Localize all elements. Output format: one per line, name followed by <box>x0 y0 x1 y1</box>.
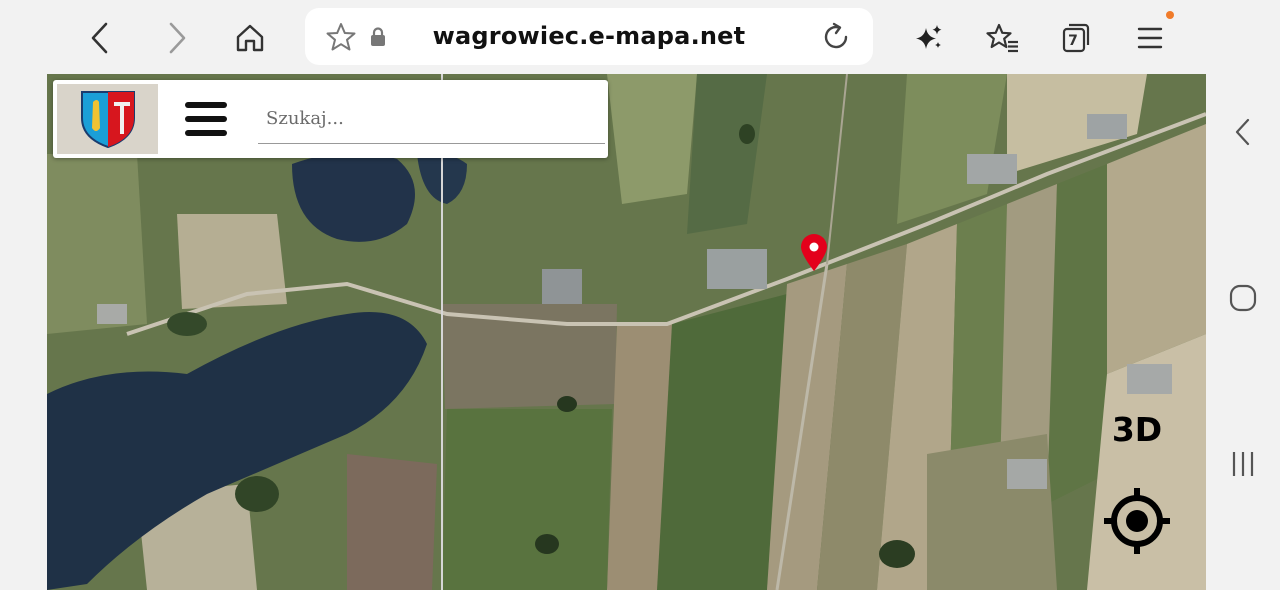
system-recents-button[interactable] <box>1220 441 1266 487</box>
address-bar[interactable]: wagrowiec.e-mapa.net <box>305 8 873 65</box>
home-circle-icon <box>1229 284 1257 312</box>
bookmarks-list-icon <box>986 23 1018 53</box>
system-navigation-bar <box>1206 74 1280 590</box>
back-button[interactable] <box>76 14 124 62</box>
reload-icon[interactable] <box>820 21 852 53</box>
back-chevron-icon <box>1235 118 1250 146</box>
forward-button[interactable] <box>153 14 201 62</box>
back-arrow-icon <box>91 22 108 54</box>
locate-me-button[interactable] <box>1102 486 1172 556</box>
3d-view-button[interactable]: 3D <box>1106 408 1168 452</box>
tabs-button[interactable]: 7 <box>1052 14 1100 62</box>
url-text[interactable]: wagrowiec.e-mapa.net <box>305 8 873 65</box>
sparkle-icon <box>916 25 942 49</box>
coat-of-arms-logo[interactable] <box>57 84 158 154</box>
bookmarks-button[interactable] <box>979 14 1027 62</box>
recents-icon <box>1232 452 1254 476</box>
home-button[interactable] <box>226 14 274 62</box>
browser-toolbar: wagrowiec.e-mapa.net 7 <box>0 0 1280 74</box>
menu-button[interactable] <box>1126 14 1174 62</box>
forward-arrow-icon <box>169 22 186 54</box>
tab-count: 7 <box>1068 33 1078 49</box>
home-icon <box>236 24 264 52</box>
location-marker-icon[interactable] <box>799 234 829 272</box>
hamburger-menu-button[interactable] <box>183 100 229 138</box>
system-home-button[interactable] <box>1220 275 1266 321</box>
notification-dot <box>1166 11 1174 19</box>
menu-icon <box>1137 27 1163 49</box>
system-back-button[interactable] <box>1220 109 1266 155</box>
crosshair-icon <box>1104 488 1170 554</box>
coat-of-arms-icon <box>80 91 135 149</box>
search-panel <box>53 80 608 158</box>
ai-assistant-button[interactable] <box>905 14 953 62</box>
search-input[interactable] <box>258 94 605 144</box>
